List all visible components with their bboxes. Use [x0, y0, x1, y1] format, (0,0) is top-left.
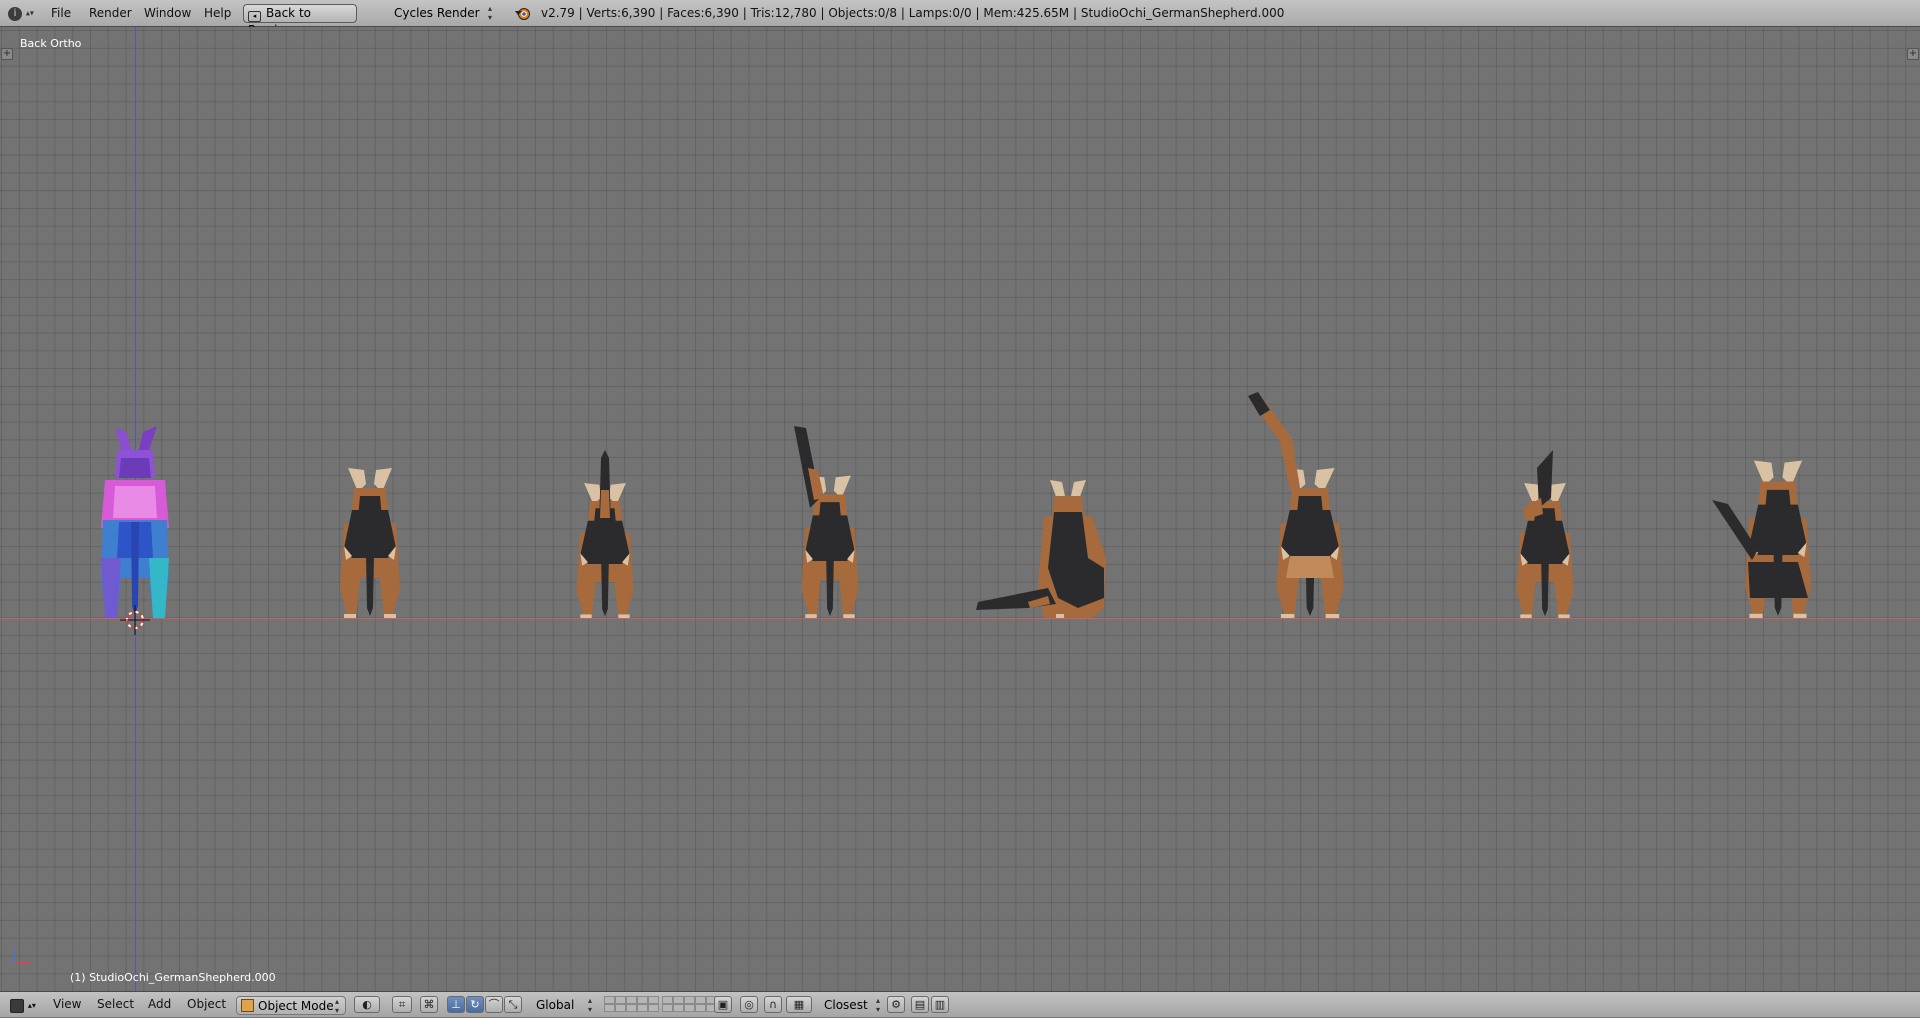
manipulator-toggle[interactable]: ⌘ [420, 996, 438, 1013]
mode-select[interactable]: Object Mode ▴ ▾ [236, 996, 346, 1015]
chevron-updown-icon: ▴▾ [25, 8, 34, 18]
render-engine-label: Cycles Render [394, 6, 480, 20]
layer-15-button[interactable] [648, 1004, 659, 1012]
arc-icon: ⌒ [488, 998, 500, 1011]
shading-sphere-icon: ◐ [362, 998, 372, 1011]
dog-model-2[interactable] [340, 468, 400, 618]
chevron-updown-icon: ▴▾ [875, 996, 880, 1014]
rotate-manipulator-button[interactable]: ↻ [466, 996, 484, 1013]
menu-file[interactable]: File [51, 0, 71, 27]
layer-1-button[interactable] [604, 996, 615, 1004]
info-header: i ▴▾ File Render Window Help ◂Back to Pr… [0, 0, 1920, 37]
snap-target-select[interactable]: Closest ▴ ▾ [816, 996, 886, 1015]
layer-4-button[interactable] [637, 996, 648, 1004]
chevron-updown-icon: ▴▾ [487, 4, 492, 22]
back-to-previous-button[interactable]: ◂Back to Previous [243, 4, 357, 37]
layer-3-button[interactable] [626, 996, 637, 1004]
render-animation-button[interactable]: ▥ [931, 996, 949, 1013]
rotate-icon: ↻ [470, 998, 480, 1011]
scene-statistics: v2.79 | Verts:6,390 | Faces:6,390 | Tris… [541, 6, 1285, 20]
pivot-icon: ⌗ [398, 998, 406, 1011]
scale-tool-button[interactable]: ⤡ [504, 996, 522, 1013]
layer-19-button[interactable] [695, 1004, 706, 1012]
orientation-label: Global [536, 998, 575, 1012]
proportional-editing-toggle[interactable]: ◎ [740, 996, 758, 1013]
layer-11-button[interactable] [604, 1004, 615, 1012]
translate-manipulator-button[interactable]: ⊥ [447, 996, 465, 1013]
layer-14-button[interactable] [637, 1004, 648, 1012]
blender-logo-icon [514, 6, 531, 22]
layer-13-button[interactable] [626, 1004, 637, 1012]
scale-icon: ⤡ [508, 998, 518, 1011]
info-editor-type-button[interactable]: i ▴▾ [8, 3, 34, 23]
render-icon: ⚙ [891, 998, 901, 1011]
mode-label: Object Mode [258, 999, 334, 1013]
menu-render[interactable]: Render [89, 0, 132, 27]
lock-icon: ▣ [717, 998, 729, 1011]
lock-camera-toggle[interactable]: ▣ [714, 996, 732, 1013]
dog-model-selected[interactable] [101, 426, 169, 618]
3d-cursor-icon[interactable] [120, 605, 150, 635]
layer-17-button[interactable] [673, 1004, 684, 1012]
layer-2-button[interactable] [615, 996, 626, 1004]
magnet-icon: ∩ [768, 998, 778, 1011]
info-icon: i [8, 6, 22, 21]
menu-select[interactable]: Select [97, 992, 134, 1017]
menu-view[interactable]: View [53, 992, 81, 1017]
menu-window[interactable]: Window [144, 0, 191, 27]
cube-icon [10, 998, 24, 1013]
opengl-render-button[interactable]: ⚙ [887, 996, 905, 1013]
snap-element-select[interactable]: ▦ [786, 996, 812, 1013]
chevron-updown-icon: ▴▾ [587, 996, 592, 1014]
dog-model-3[interactable] [576, 450, 634, 618]
3d-viewport[interactable]: Back Ortho + + (1) StudioOchi_GermanShep… [0, 27, 1920, 991]
active-object-label: (1) StudioOchi_GermanShepherd.000 [70, 971, 276, 984]
translate-icon: ⊥ [451, 998, 461, 1011]
chevron-updown-icon: ▴▾ [27, 1001, 36, 1010]
object-mode-icon [241, 999, 254, 1012]
render-engine-select[interactable]: Cycles Render ▴ ▾ [386, 4, 498, 23]
layer-16-button[interactable] [662, 1004, 673, 1012]
layer-6-button[interactable] [662, 996, 673, 1004]
snap-element-icon: ▦ [793, 998, 805, 1011]
pivot-point-select[interactable]: ⌗ [392, 996, 412, 1013]
camera-icon: ▤ [914, 998, 926, 1011]
clapper-icon: ▥ [934, 998, 946, 1011]
viewport-shading-select[interactable]: ◐ [354, 996, 380, 1013]
layer-5-button[interactable] [648, 996, 659, 1004]
dog-model-8[interactable] [1712, 460, 1811, 619]
3d-view-header: ▴▾ View Select Add Object Object Mode ▴ ▾… [0, 991, 1920, 1017]
transform-orientation-select[interactable]: Global ▴ ▾ [528, 996, 598, 1015]
menu-object[interactable]: Object [187, 992, 226, 1017]
snap-target-label: Closest [824, 998, 868, 1012]
proportional-icon: ◎ [744, 998, 754, 1011]
snap-toggle[interactable]: ∩ [764, 996, 782, 1013]
chevron-updown-icon: ▴▾ [334, 997, 339, 1015]
axis-gizmo-icon [13, 949, 30, 964]
layer-7-button[interactable] [673, 996, 684, 1004]
layer-18-button[interactable] [684, 1004, 695, 1012]
back-icon: ◂ [248, 11, 261, 22]
layer-8-button[interactable] [684, 996, 695, 1004]
dog-model-7[interactable] [1516, 450, 1574, 618]
editor-type-button[interactable]: ▴▾ [10, 993, 36, 1018]
layer-9-button[interactable] [695, 996, 706, 1004]
render-image-button[interactable]: ▤ [911, 996, 929, 1013]
menu-add[interactable]: Add [148, 992, 171, 1017]
dog-model-5[interactable] [976, 480, 1106, 618]
manipulator-icon: ⌘ [423, 998, 435, 1011]
scene-objects [101, 392, 1811, 619]
scale-manipulator-button[interactable]: ⌒ [485, 996, 503, 1013]
dog-model-4[interactable] [794, 426, 859, 618]
layer-12-button[interactable] [615, 1004, 626, 1012]
menu-help[interactable]: Help [204, 0, 231, 27]
dog-model-6[interactable] [1248, 392, 1344, 618]
